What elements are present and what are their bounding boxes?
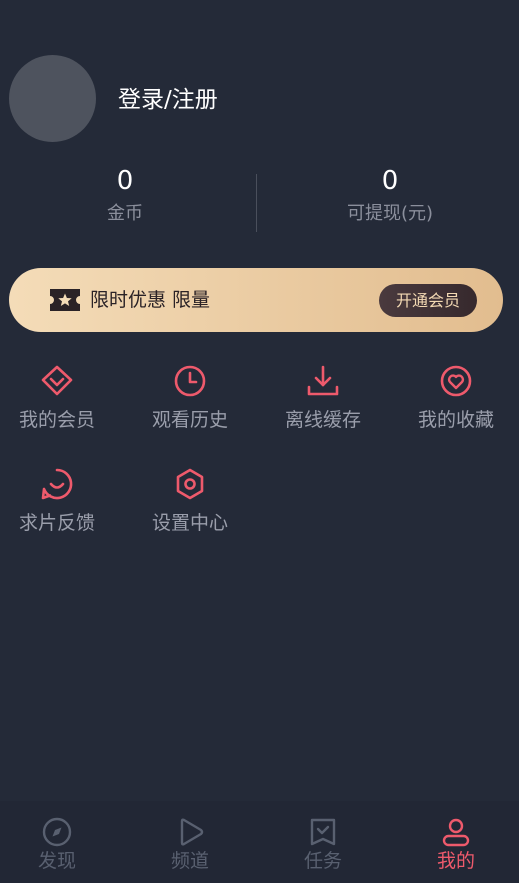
vip-ticket-icon	[50, 289, 80, 311]
tab-mine[interactable]: 我的	[391, 801, 519, 883]
menu-label: 设置中心	[151, 512, 228, 534]
tab-label: 任务	[303, 850, 342, 872]
task-icon	[310, 818, 336, 846]
coins-stat[interactable]: 0 金币	[0, 162, 250, 228]
tab-discover[interactable]: 发现	[0, 801, 122, 883]
withdrawable-stat[interactable]: 0 可提现(元)	[265, 162, 515, 228]
tab-label: 发现	[37, 850, 76, 872]
clock-icon	[174, 365, 206, 397]
stats-divider	[256, 174, 257, 232]
menu-offline-cache[interactable]: 离线缓存	[263, 364, 383, 454]
play-icon	[180, 818, 204, 846]
vip-promo-text: 限时优惠 限量	[90, 289, 211, 311]
stats-panel: 0 金币 0 可提现(元)	[0, 162, 519, 234]
diamond-icon	[41, 365, 73, 396]
menu-my-vip[interactable]: 我的会员	[0, 364, 117, 454]
withdrawable-label: 可提现(元)	[346, 203, 434, 224]
coins-label: 金币	[107, 203, 143, 224]
heart-icon	[440, 365, 472, 397]
menu-label: 我的收藏	[417, 409, 494, 431]
tab-channels[interactable]: 频道	[125, 801, 255, 883]
vip-promo-banner[interactable]: 限时优惠 限量 开通会员	[9, 268, 503, 332]
bottom-navigation: 发现 频道 任务 我的	[0, 801, 519, 883]
coins-value: 0	[116, 166, 134, 196]
compass-icon	[42, 817, 72, 847]
tab-tasks[interactable]: 任务	[258, 801, 388, 883]
settings-icon	[176, 468, 204, 500]
menu-label: 求片反馈	[18, 512, 95, 534]
withdrawable-value: 0	[381, 166, 399, 196]
tab-label: 我的	[436, 850, 475, 872]
menu-request-feedback[interactable]: 求片反馈	[0, 467, 117, 557]
menu-settings[interactable]: 设置中心	[130, 467, 250, 557]
open-vip-button[interactable]: 开通会员	[379, 284, 477, 317]
avatar[interactable]	[9, 55, 96, 142]
menu-label: 离线缓存	[284, 409, 361, 431]
menu-my-favorites[interactable]: 我的收藏	[396, 364, 516, 454]
user-icon	[442, 818, 470, 847]
download-icon	[307, 365, 339, 396]
tab-label: 频道	[170, 850, 209, 872]
login-register-link[interactable]: 登录/注册	[118, 84, 218, 116]
menu-label: 观看历史	[151, 409, 228, 431]
feedback-icon	[41, 468, 73, 500]
menu-label: 我的会员	[18, 409, 95, 431]
menu-watch-history[interactable]: 观看历史	[130, 364, 250, 454]
